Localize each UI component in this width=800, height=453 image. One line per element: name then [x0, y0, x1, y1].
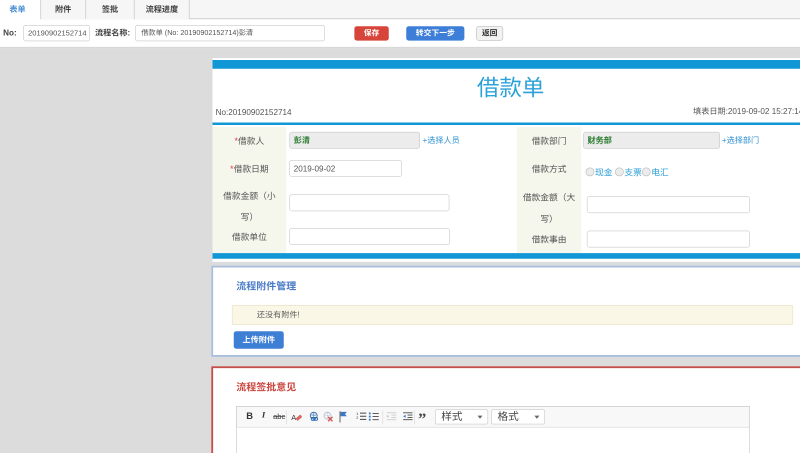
svg-text:2: 2 — [356, 416, 358, 420]
svg-text:A: A — [291, 413, 296, 422]
